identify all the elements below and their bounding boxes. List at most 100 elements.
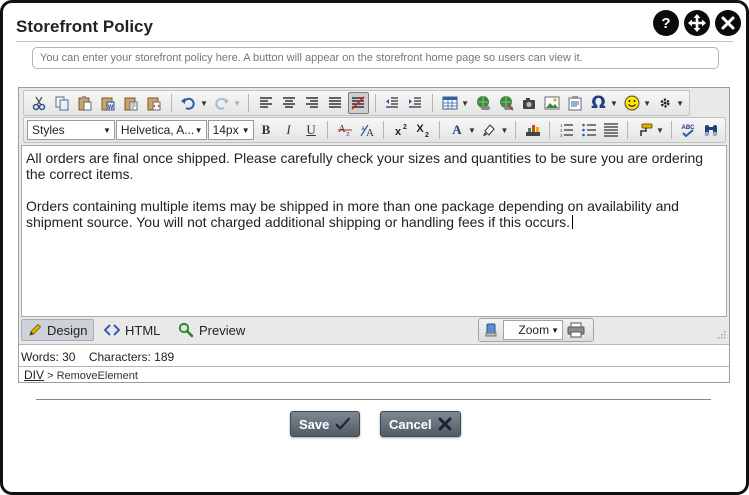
align-center-icon[interactable] — [278, 92, 299, 114]
paste-html-icon[interactable] — [144, 92, 165, 114]
toolbar-row-1: W ▼ ▼ ▼ Ω ▼ ▼ ▼ — [23, 90, 690, 116]
paste-word-icon[interactable]: W — [97, 92, 118, 114]
resize-grip-icon[interactable] — [716, 329, 726, 339]
insert-media-icon[interactable] — [518, 92, 539, 114]
word-count-bar: Words: 30 Characters: 189 — [19, 344, 729, 366]
special-character-icon[interactable]: Ω — [588, 92, 609, 114]
align-justify-icon[interactable] — [324, 92, 345, 114]
format-painter-dropdown-icon[interactable]: ▼ — [656, 126, 664, 135]
align-left-icon[interactable] — [255, 92, 276, 114]
toolbar-separator — [670, 121, 672, 139]
magnifier-icon — [178, 322, 194, 338]
path-separator: > — [47, 370, 54, 382]
remove-link-icon[interactable] — [495, 92, 516, 114]
highlight-dropdown-icon[interactable]: ▼ — [500, 126, 508, 135]
code-icon — [104, 324, 120, 336]
toolbar-separator — [515, 121, 517, 139]
undo-dropdown-icon[interactable]: ▼ — [200, 99, 208, 108]
design-mode-label: Design — [47, 322, 88, 338]
settings-gear-icon[interactable] — [654, 92, 675, 114]
settings-dropdown-icon[interactable]: ▼ — [676, 99, 684, 108]
font-select-label: Helvetica, A... — [120, 123, 195, 137]
preview-mode-tab[interactable]: Preview — [172, 319, 251, 341]
paragraph-icon[interactable] — [601, 119, 622, 141]
clear-formatting-icon[interactable]: Aa — [357, 119, 378, 141]
help-icon[interactable]: ? — [653, 10, 679, 36]
editor-content-area[interactable]: All orders are final once shipped. Pleas… — [21, 145, 727, 317]
path-action-label[interactable]: RemoveElement — [57, 370, 138, 382]
undo-icon[interactable] — [178, 92, 199, 114]
styles-select-label: Styles — [32, 123, 65, 137]
print-icon[interactable] — [567, 322, 585, 338]
toolbar-separator — [327, 121, 329, 139]
content-paragraph: All orders are final once shipped. Pleas… — [26, 150, 704, 182]
copy-icon[interactable] — [51, 92, 72, 114]
toolbar-separator — [383, 121, 385, 139]
insert-table-icon[interactable] — [439, 92, 460, 114]
toolbar-separator — [439, 121, 441, 139]
close-icon[interactable] — [715, 10, 741, 36]
find-replace-icon[interactable] — [700, 119, 721, 141]
toolbar-separator — [432, 94, 433, 112]
special-character-dropdown-icon[interactable]: ▼ — [610, 99, 618, 108]
paragraph-styles-select[interactable]: Styles ▼ — [27, 120, 115, 140]
font-color-dropdown-icon[interactable]: ▼ — [468, 126, 476, 135]
toolbar-separator — [548, 121, 550, 139]
font-family-select[interactable]: Helvetica, A... ▼ — [115, 120, 207, 140]
html-mode-tab[interactable]: HTML — [98, 319, 166, 341]
save-button[interactable]: Save — [290, 411, 360, 437]
svg-text:?: ? — [661, 15, 670, 31]
spell-check-icon[interactable]: ABC — [678, 119, 699, 141]
insert-image-icon[interactable] — [542, 92, 563, 114]
chevron-down-icon: ▼ — [241, 125, 250, 135]
font-size-select[interactable]: 14px ▼ — [207, 120, 254, 140]
align-right-icon[interactable] — [301, 92, 322, 114]
numbered-list-icon[interactable]: 123 — [556, 119, 577, 141]
toolbar-row-2: Styles ▼ Helvetica, A... ▼ 14px ▼ B I U … — [23, 117, 726, 143]
move-icon[interactable] — [684, 10, 710, 36]
zoom-select[interactable]: Zoom ▼ — [503, 320, 563, 340]
svg-text:W: W — [108, 105, 114, 111]
design-mode-tab[interactable]: Design — [21, 319, 95, 341]
insert-chart-icon[interactable] — [522, 119, 543, 141]
toolbar-separator — [170, 94, 172, 112]
align-none-icon[interactable] — [347, 92, 369, 114]
module-icon[interactable] — [483, 322, 499, 338]
format-painter-icon[interactable] — [634, 119, 655, 141]
subscript-icon[interactable]: X2 — [413, 119, 434, 141]
emoticon-dropdown-icon[interactable]: ▼ — [643, 99, 651, 108]
italic-button[interactable]: I — [278, 119, 299, 141]
superscript-icon[interactable]: x2 — [390, 119, 411, 141]
html-mode-label: HTML — [125, 322, 161, 338]
pencil-icon — [29, 323, 42, 336]
character-count: Characters: 189 — [88, 350, 175, 364]
svg-text:2: 2 — [425, 132, 429, 138]
cut-icon[interactable] — [28, 92, 49, 114]
chevron-down-icon: ▼ — [194, 125, 203, 135]
table-dropdown-icon[interactable]: ▼ — [461, 99, 469, 108]
font-color-icon[interactable]: A — [446, 119, 467, 141]
strikethrough-icon[interactable]: Az — [334, 119, 355, 141]
preview-mode-label: Preview — [199, 322, 246, 338]
bold-button[interactable]: B — [256, 119, 277, 141]
insert-link-icon[interactable] — [472, 92, 493, 114]
paste-icon[interactable] — [74, 92, 95, 114]
svg-text:x: x — [395, 126, 402, 138]
emoticon-icon[interactable] — [621, 92, 642, 114]
underline-button[interactable]: U — [301, 119, 322, 141]
cancel-button[interactable]: Cancel — [380, 411, 461, 437]
bulleted-list-icon[interactable] — [578, 119, 599, 141]
svg-text:A: A — [366, 127, 374, 138]
paste-text-icon[interactable] — [121, 92, 142, 114]
svg-text:3: 3 — [560, 133, 563, 138]
outdent-icon[interactable] — [382, 92, 403, 114]
path-tag-link[interactable]: DIV — [24, 368, 44, 382]
template-icon[interactable] — [565, 92, 586, 114]
indent-icon[interactable] — [405, 92, 426, 114]
redo-dropdown-icon[interactable]: ▼ — [233, 99, 241, 108]
redo-icon[interactable] — [211, 92, 232, 114]
highlight-color-icon[interactable] — [479, 119, 500, 141]
title-icon-group: ? — [653, 10, 741, 36]
zoom-toolbar: Zoom ▼ — [478, 318, 594, 342]
policy-hint-field[interactable]: You can enter your storefront policy her… — [32, 47, 719, 69]
